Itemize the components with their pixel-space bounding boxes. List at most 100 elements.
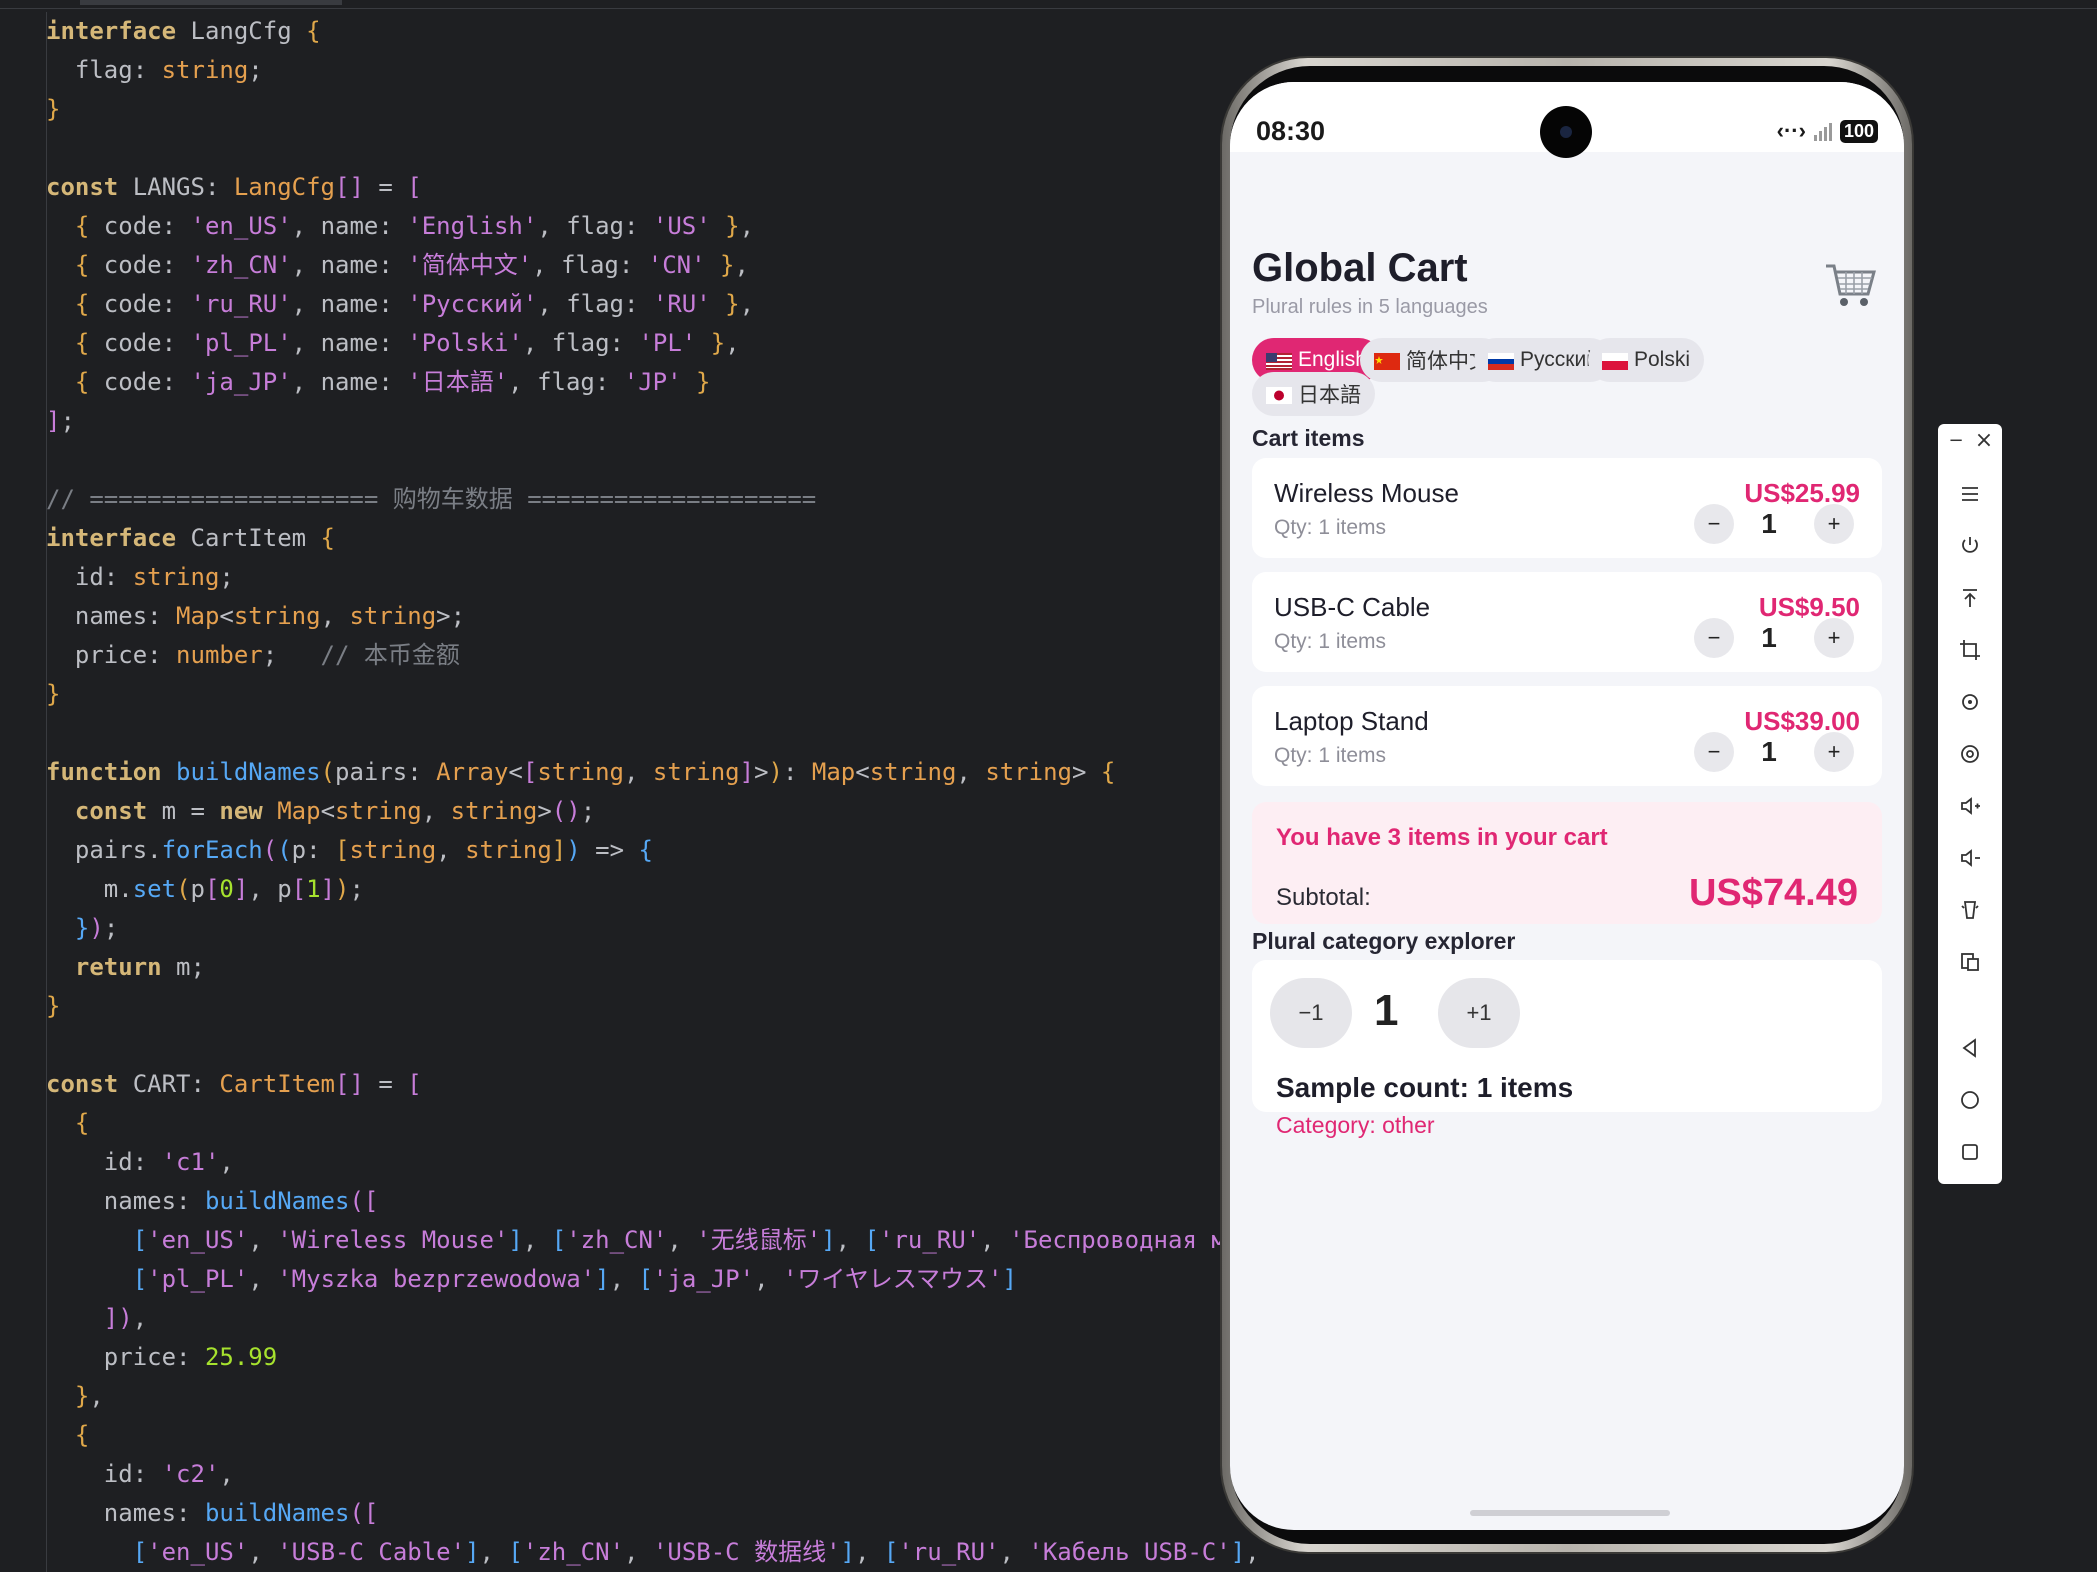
screenshot-button[interactable] [1950,736,1990,772]
code-token: 1 [306,875,321,903]
code-token: 'Кабель USB-C' [1028,1538,1231,1566]
code-token: ( [277,836,292,864]
code-token: , [219,1148,234,1176]
code-token: 'pl_PL' [147,1265,249,1293]
code-token: } [720,251,735,279]
minimize-button[interactable]: − [1942,426,1970,454]
decrease-qty-button[interactable]: − [1694,618,1734,658]
code-token: 'USB-C Cable' [277,1538,466,1566]
code-token: = [363,1070,408,1098]
gesture-home-bar[interactable] [1470,1510,1670,1516]
code-token: [ [864,1226,879,1254]
code-token: interface [46,524,177,552]
code-token: 'zh_CN' [522,1538,625,1566]
code-token: m. [46,875,133,903]
quantity-stepper: −1 + [1694,618,1860,658]
code-token: , [999,1538,1029,1566]
crop-button[interactable] [1950,632,1990,668]
code-token: 'ru_RU' [879,1226,981,1254]
code-token: buildNames [204,1499,350,1527]
active-tab-indicator [80,0,342,5]
code-token: pairs: [335,758,437,786]
cart-item-card: Laptop Stand US$39.00 Qty: 1 items −1 + [1252,686,1882,786]
volume-up-button[interactable] [1950,788,1990,824]
code-token: code: [89,329,191,357]
code-token: > [754,758,769,786]
item-qty-value: 1 [1761,508,1777,539]
code-token: , flag: [537,290,653,318]
power-button[interactable] [1950,528,1990,564]
code-token: , [248,1265,278,1293]
code-token: ] [551,836,567,864]
menu-button[interactable] [1950,476,1990,512]
menu-icon [1962,487,1978,501]
code-token: p: [291,836,336,864]
shake-button[interactable] [1950,892,1990,928]
signal-icon [1813,121,1832,141]
code-token: { [320,524,335,552]
code-token: string [450,797,538,825]
recents-button[interactable] [1950,1134,1990,1170]
power-icon [1962,537,1978,553]
pin-top-button[interactable] [1950,580,1990,616]
code-token: < [219,602,234,630]
code-token: code: [89,290,191,318]
code-token: > [1072,758,1101,786]
multi-screen-button[interactable] [1950,944,1990,980]
code-token: pairs. [46,836,162,864]
code-token: return [74,953,162,981]
status-time: 08:30 [1256,116,1326,146]
code-token: { [74,251,90,279]
code-token: id: [46,563,133,591]
code-token: 0 [219,875,234,903]
code-token: [ [204,875,220,903]
code-token: , [89,1382,104,1410]
code-token: , name: [291,368,408,396]
code-token: , [522,1226,552,1254]
code-token: set [132,875,177,903]
decrease-qty-button[interactable]: − [1694,732,1734,772]
language-chip-jp[interactable]: 日本語 [1252,372,1375,416]
phone-screen[interactable]: 08:30 ‹··› 100 Global Cart Plural rules … [1230,82,1904,1530]
code-token: () [551,797,581,825]
screenshot-icon [1961,745,1979,763]
code-token: 'ru_RU' [190,290,292,318]
home-button[interactable] [1950,1082,1990,1118]
code-token: ) [566,836,581,864]
decrement-count-button[interactable]: −1 [1270,978,1352,1048]
code-token: 'PL' [638,329,697,357]
battery-indicator: 100 [1839,119,1878,143]
rotate-button[interactable] [1950,684,1990,720]
code-token: , flag: [522,329,639,357]
code-token: flag: [46,56,162,84]
increase-qty-button[interactable]: + [1814,732,1854,772]
shopping-cart-icon[interactable] [1822,258,1878,314]
volume-down-button[interactable] [1950,840,1990,876]
increment-count-button[interactable]: +1 [1438,978,1520,1048]
code-token: 'Polski' [407,329,523,357]
back-button[interactable] [1950,1030,1990,1066]
close-button[interactable]: × [1970,426,1998,454]
decrease-qty-button[interactable]: − [1694,504,1734,544]
item-name: Laptop Stand [1274,706,1429,736]
code-token: ; [580,797,596,825]
code-token: new [219,797,263,825]
code-token: [ [291,875,307,903]
code-token: ] [508,1226,523,1254]
code-token: LangCfg [176,17,307,45]
language-chip-pl[interactable]: Polski [1588,338,1705,382]
code-token: ] [46,407,61,435]
increase-qty-button[interactable]: + [1814,618,1854,658]
code-token: 'c1' [161,1148,220,1176]
increase-qty-button[interactable]: + [1814,504,1854,544]
code-token: id: [46,1460,162,1488]
